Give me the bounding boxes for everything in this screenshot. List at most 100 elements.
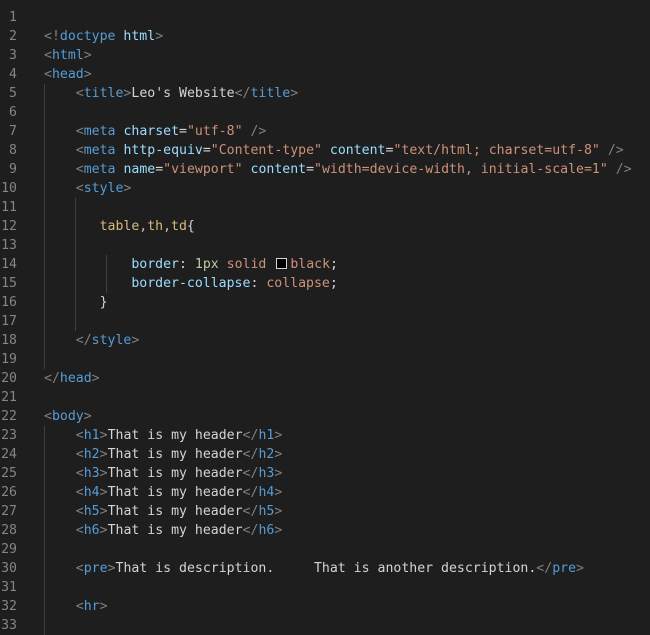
code-line[interactable]: 29: [0, 540, 650, 559]
code-line[interactable]: 14 border: 1px solid black;: [0, 255, 650, 274]
code-token: <: [44, 409, 52, 424]
line-code: <h3>That is my header</h3>: [44, 464, 283, 483]
line-code: <style>: [44, 179, 132, 198]
code-token: :: [178, 257, 195, 272]
code-token: >: [91, 371, 100, 386]
line-code: table,th,td{: [44, 217, 195, 236]
code-token: pre: [552, 561, 577, 576]
code-token: solid: [226, 257, 267, 272]
code-line[interactable]: 20 </head>: [0, 369, 650, 388]
code-token: table,th,td: [99, 219, 187, 234]
code-token: "viewport": [163, 162, 243, 177]
color-swatch-icon[interactable]: [276, 258, 288, 269]
code-line[interactable]: 18 </style>: [0, 331, 650, 350]
line-number: 31: [1, 580, 17, 595]
code-line[interactable]: 25 <h3>That is my header</h3>: [0, 464, 650, 483]
code-line[interactable]: 17: [0, 312, 650, 331]
code-token: >: [83, 409, 92, 424]
code-line[interactable]: 33: [0, 616, 650, 635]
code-line[interactable]: 10 <style>: [0, 179, 650, 198]
code-line[interactable]: 3 <html>: [0, 46, 650, 65]
code-token: html: [123, 29, 156, 44]
code-token: <: [75, 124, 84, 139]
line-number: 6: [9, 105, 17, 120]
code-token: That is my header: [107, 523, 243, 538]
code-token: pre: [83, 561, 108, 576]
code-line[interactable]: 32 <hr>: [0, 597, 650, 616]
code-token: <: [44, 67, 52, 82]
code-token: head: [59, 371, 92, 386]
indent-guide: [44, 426, 45, 635]
code-token: >: [99, 504, 108, 519]
code-token: h3: [83, 466, 100, 481]
line-code: border-collapse: collapse;: [44, 274, 338, 293]
code-line[interactable]: 30 <pre>That is description. That is ano…: [0, 559, 650, 578]
code-token: h2: [258, 447, 275, 462]
code-token: >: [155, 29, 164, 44]
line-number: 29: [1, 542, 17, 557]
code-token: border-collapse: [131, 276, 251, 291]
code-token: h1: [258, 428, 275, 443]
code-line[interactable]: 21: [0, 388, 650, 407]
code-line[interactable]: 12 table,th,td{: [0, 217, 650, 236]
line-number: 25: [1, 466, 17, 481]
code-token: border: [131, 257, 179, 272]
line-number: 13: [1, 238, 17, 253]
code-line[interactable]: 6: [0, 103, 650, 122]
code-line[interactable]: 19: [0, 350, 650, 369]
line-number: 18: [1, 333, 17, 348]
line-code: <meta charset="utf-8" />: [44, 122, 267, 141]
code-line[interactable]: 7 <meta charset="utf-8" />: [0, 122, 650, 141]
line-number: 4: [9, 67, 17, 82]
code-line[interactable]: 8 <meta http-equiv="Content-type" conten…: [0, 141, 650, 160]
code-token: h4: [258, 485, 275, 500]
line-code: border: 1px solid black;: [44, 255, 338, 274]
code-line[interactable]: 24 <h2>That is my header</h2>: [0, 445, 650, 464]
code-line[interactable]: 9 <meta name="viewport" content="width=d…: [0, 160, 650, 179]
code-line[interactable]: 16 }: [0, 293, 650, 312]
line-number: 16: [1, 295, 17, 310]
code-line[interactable]: 4 <head>: [0, 65, 650, 84]
code-token: >: [290, 86, 299, 101]
code-token: content: [250, 162, 307, 177]
code-line[interactable]: 23 <h1>That is my header</h1>: [0, 426, 650, 445]
code-token: >: [274, 428, 283, 443]
code-line[interactable]: 15 border-collapse: collapse;: [0, 274, 650, 293]
code-editor[interactable]: 1 2 <!doctype html> 3 <html> 4 <head> 5 <title>…: [0, 0, 650, 635]
code-token: "text/html; charset=utf-8": [393, 143, 600, 158]
code-line[interactable]: 13: [0, 236, 650, 255]
code-token: </: [242, 466, 259, 481]
code-line[interactable]: 1: [0, 8, 650, 27]
code-token: That is my header: [107, 428, 243, 443]
code-line[interactable]: 5 <title>Leo's Website</title>: [0, 84, 650, 103]
code-token: <: [75, 466, 84, 481]
code-line[interactable]: 26 <h4>That is my header</h4>: [0, 483, 650, 502]
code-token: ;: [329, 276, 338, 291]
code-line[interactable]: 11: [0, 198, 650, 217]
line-number: 20: [1, 371, 17, 386]
code-token: />: [607, 162, 632, 177]
code-line[interactable]: 2 <!doctype html>: [0, 27, 650, 46]
line-number: 12: [1, 219, 17, 234]
code-line[interactable]: 28 <h6>That is my header</h6>: [0, 521, 650, 540]
code-token: <: [75, 143, 84, 158]
code-token: <: [75, 523, 84, 538]
line-code: <hr>: [44, 597, 108, 616]
code-token: <: [75, 561, 84, 576]
code-token: content: [329, 143, 386, 158]
code-line[interactable]: 22 <body>: [0, 407, 650, 426]
code-token: >: [83, 67, 92, 82]
line-number: 3: [9, 48, 17, 63]
code-line[interactable]: 27 <h5>That is my header</h5>: [0, 502, 650, 521]
line-number: 24: [1, 447, 17, 462]
line-number: 11: [1, 200, 17, 215]
code-line[interactable]: 31: [0, 578, 650, 597]
code-token: 1px: [194, 257, 219, 272]
code-token: collapse: [266, 276, 330, 291]
